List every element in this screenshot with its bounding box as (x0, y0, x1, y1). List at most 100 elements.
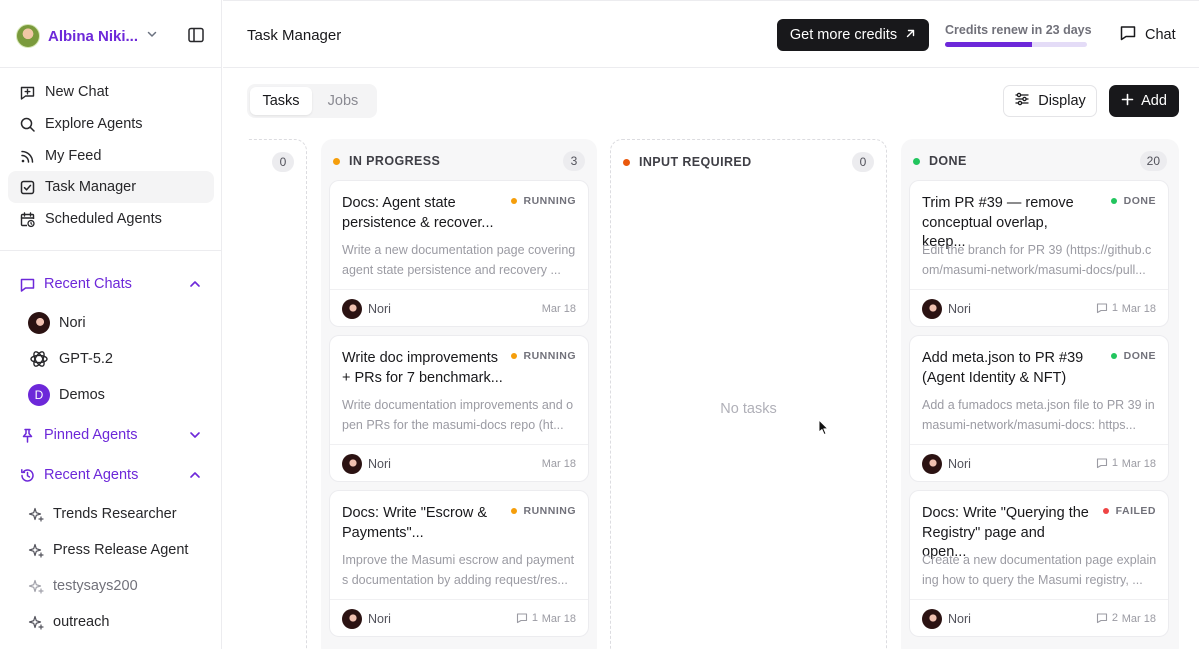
nav-explore-agents[interactable]: Explore Agents (8, 108, 214, 140)
nav-my-feed[interactable]: My Feed (8, 140, 214, 172)
chat-item-gpt[interactable]: GPT-5.2 (28, 346, 113, 372)
search-icon (19, 116, 36, 133)
agent-label: testysays200 (53, 578, 138, 594)
checkbox-icon (19, 179, 36, 196)
chat-label: Demos (59, 387, 105, 403)
column-title: INPUT REQUIRED (639, 155, 752, 169)
task-card[interactable]: Docs: Agent state persistence & recover.… (329, 180, 589, 327)
agent-label: outreach (53, 614, 110, 630)
sparkles-icon (28, 542, 45, 559)
agent-item-outreach[interactable]: outreach (28, 609, 109, 635)
status-badge: RUNNING (510, 505, 577, 517)
card-footer: Nori 1 Mar 18 (330, 599, 588, 637)
column-in-progress: IN PROGRESS 3 Docs: Agent state persiste… (321, 139, 597, 649)
add-button[interactable]: Add (1109, 85, 1179, 117)
status-badge: DONE (1110, 195, 1156, 207)
nav-task-manager[interactable]: Task Manager (8, 171, 214, 203)
nav-scheduled-agents[interactable]: Scheduled Agents (8, 203, 214, 235)
agent-item-press-release[interactable]: Press Release Agent (28, 537, 188, 563)
column-count: 0 (852, 152, 874, 172)
assignee-name: Nori (948, 457, 971, 471)
chat-item-demos[interactable]: D Demos (28, 382, 105, 408)
task-date: Mar 18 (1121, 613, 1156, 625)
task-description: Write documentation improvements and ope… (342, 398, 574, 432)
avatar (922, 299, 942, 319)
agent-item-trends-researcher[interactable]: Trends Researcher (28, 501, 177, 527)
chat-label: Nori (59, 315, 86, 331)
task-date: Mar 18 (541, 613, 576, 625)
task-card[interactable]: Write doc improvements + PRs for 7 bench… (329, 335, 589, 482)
credits-progress-bar (945, 42, 1087, 47)
status-text: RUNNING (523, 505, 576, 517)
assignee-name: Nori (948, 612, 971, 626)
nav-new-chat[interactable]: New Chat (8, 76, 214, 108)
history-icon (19, 467, 36, 484)
chat-button[interactable]: Chat (1119, 25, 1176, 45)
comment-icon (516, 613, 527, 624)
display-button[interactable]: Display (1003, 85, 1097, 117)
status-badge: RUNNING (510, 195, 577, 207)
task-description: Edit the branch for PR 39 (https://githu… (922, 243, 1152, 277)
section-recent-agents[interactable]: Recent Agents (8, 461, 214, 489)
avatar: D (28, 384, 50, 406)
rss-icon (19, 148, 36, 165)
message-square-icon (1119, 24, 1137, 46)
chat-item-nori[interactable]: Nori (28, 310, 86, 336)
button-label: Get more credits (789, 27, 898, 43)
tab-jobs[interactable]: Jobs (312, 87, 374, 115)
new-chat-icon (19, 84, 36, 101)
task-card[interactable]: Docs: Write "Querying the Registry" page… (909, 490, 1169, 637)
status-badge: FAILED (1102, 505, 1156, 517)
get-more-credits-button[interactable]: Get more credits (777, 19, 929, 51)
task-date: Mar 18 (1121, 458, 1156, 470)
section-title: Recent Chats (44, 276, 132, 292)
comment-icon (1096, 458, 1107, 469)
column-title: DONE (929, 154, 967, 168)
user-menu[interactable]: Albina Niki... (16, 23, 210, 49)
comment-icon (1096, 303, 1107, 314)
task-date: Mar 18 (541, 458, 576, 470)
avatar (16, 24, 40, 48)
header: Task Manager Get more credits Credits re… (223, 0, 1199, 68)
status-dot (510, 198, 517, 204)
nav-label: Task Manager (45, 179, 137, 195)
status-dot (510, 508, 517, 514)
comment-count-value: 1 (1111, 457, 1118, 469)
nav-label: My Feed (45, 148, 102, 164)
avatar (342, 609, 362, 629)
comment-count: 2 (1096, 612, 1118, 624)
user-name: Albina Niki... (48, 27, 139, 45)
column-count: 3 (563, 151, 585, 171)
agent-item-testysays200[interactable]: testysays200 (28, 573, 138, 599)
section-pinned-agents[interactable]: Pinned Agents (8, 421, 214, 449)
column-header: DONE (913, 153, 967, 169)
task-card[interactable]: Trim PR #39 — remove conceptual overlap,… (909, 180, 1169, 327)
nav-label: New Chat (45, 84, 109, 100)
openai-icon (28, 348, 50, 370)
agent-label: Trends Researcher (53, 506, 177, 522)
status-text: RUNNING (523, 195, 576, 207)
chevron-up-icon (188, 468, 202, 486)
task-card[interactable]: Docs: Write "Escrow & Payments"... RUNNI… (329, 490, 589, 637)
column-done: DONE 20 Trim PR #39 — remove conceptual … (901, 139, 1179, 649)
calendar-clock-icon (19, 211, 36, 228)
tab-tasks[interactable]: Tasks (250, 87, 312, 115)
comment-count-value: 1 (531, 612, 538, 624)
column-input-required: INPUT REQUIRED 0 No tasks (610, 139, 887, 649)
status-badge: DONE (1110, 350, 1156, 362)
status-text: DONE (1123, 195, 1156, 207)
comment-count: 1 (1096, 457, 1118, 469)
column-count: 20 (1139, 151, 1167, 171)
status-text: RUNNING (523, 350, 576, 362)
column-count: 0 (272, 152, 294, 172)
sidebar-toggle-icon[interactable] (186, 25, 206, 45)
credits-renew-text: Credits renew in 23 days (945, 23, 1092, 37)
column-header: IN PROGRESS (333, 153, 440, 169)
nav-label: Explore Agents (45, 116, 143, 132)
card-footer: Nori Mar 18 (330, 289, 588, 327)
task-card[interactable]: Add meta.json to PR #39 (Agent Identity … (909, 335, 1169, 482)
section-recent-chats[interactable]: Recent Chats (8, 270, 214, 298)
assignee-name: Nori (368, 302, 391, 316)
sparkles-icon (28, 614, 45, 631)
sliders-icon (1014, 91, 1030, 111)
